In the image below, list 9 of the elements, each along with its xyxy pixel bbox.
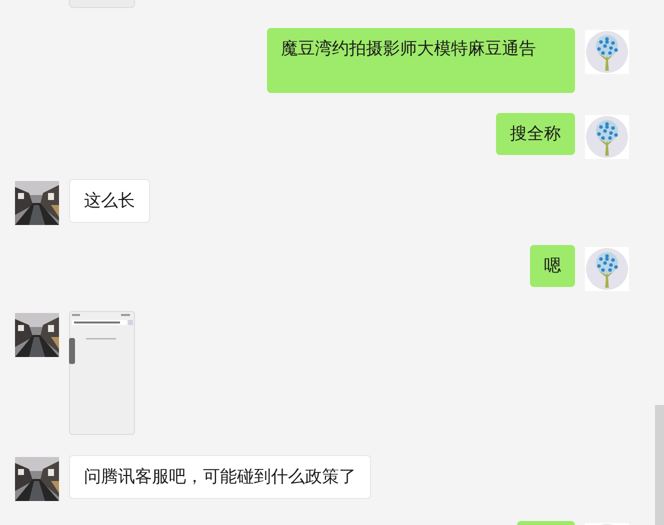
scrollbar-thumb[interactable] [655,405,664,525]
message-bubble: 这么长 [69,179,150,223]
message-bubble: 嗯 [530,245,575,287]
tree-avatar [585,30,629,74]
tree-avatar [585,247,629,291]
message-bubble: 魔豆湾约拍摄影师大模特麻豆通告 [267,28,575,93]
tree-avatar [585,115,629,159]
message-bubble: 问腾讯客服吧，可能碰到什么政策了 [69,455,371,499]
message-bubble: 搜全称 [496,113,575,155]
